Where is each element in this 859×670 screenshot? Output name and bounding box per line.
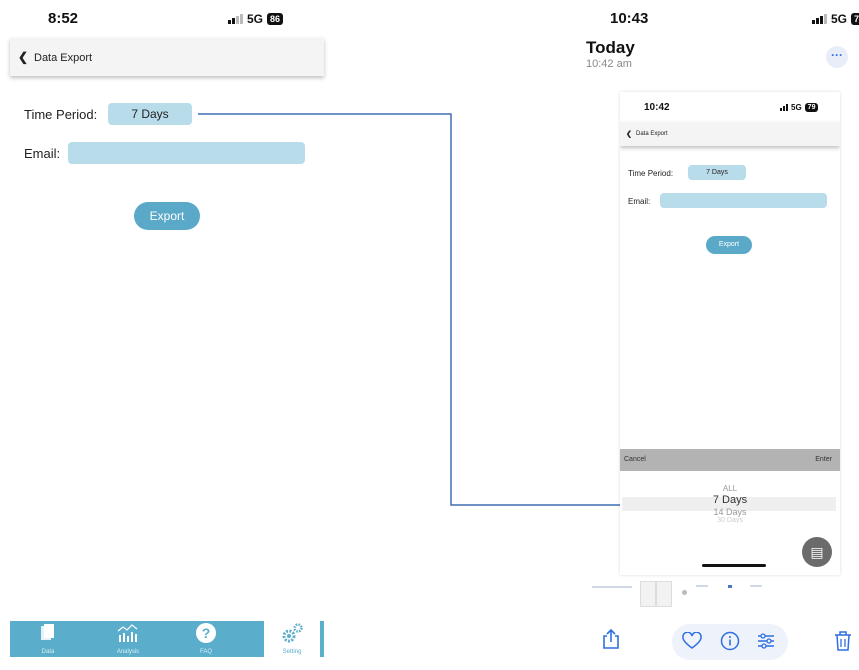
export-label: Export — [149, 209, 185, 223]
status-bar: 8:52 5G 86 — [0, 0, 336, 34]
signal-icon — [228, 14, 243, 24]
screenshot-time-period-value: 7 Days — [706, 169, 728, 176]
screenshot-picker-toolbar: Cancel Enter — [620, 449, 840, 471]
question-icon: ? — [196, 623, 216, 643]
time-period-label: Time Period: — [24, 107, 98, 122]
info-button[interactable] — [720, 631, 740, 656]
signal-icon — [812, 14, 827, 24]
home-indicator — [702, 564, 766, 567]
nav-title: Data Export — [34, 52, 93, 64]
screenshot-export-label: Export — [718, 241, 740, 248]
tab-analysis[interactable]: Analysis — [106, 621, 150, 657]
screenshot-status-time: 10:42 — [644, 102, 670, 113]
left-phone-screen: 8:52 5G 86 ❮ Data Export Time Period: 7 … — [0, 0, 336, 670]
share-button[interactable] — [598, 628, 624, 654]
live-text-button[interactable]: ▤ — [802, 537, 832, 567]
tab-faq[interactable]: ? FAQ — [186, 621, 226, 657]
status-time: 10:43 — [610, 10, 649, 27]
document-icon — [41, 624, 54, 640]
photo-date-title: Today — [586, 38, 635, 57]
picker-option: 14 Days — [713, 507, 747, 517]
delete-button[interactable] — [834, 630, 852, 657]
embedded-screenshot: 10:42 5G 79 ❮ Data Export Time Period: 7… — [620, 92, 840, 575]
filmstrip-thumb — [750, 585, 762, 587]
filmstrip-thumb — [640, 581, 656, 607]
tab-setting[interactable]: Setting — [264, 621, 320, 657]
export-button[interactable]: Export — [134, 202, 200, 230]
photo-actions-group — [672, 624, 788, 660]
screenshot-picker-wheel: ALL 7 Days 14 Days 30 Days — [620, 484, 840, 523]
photo-time-subtitle: 10:42 am — [586, 58, 632, 70]
screenshot-nav-bar: ❮ Data Export — [620, 122, 840, 146]
network-label: 5G — [831, 12, 848, 26]
network-label: 5G — [247, 12, 264, 26]
email-field[interactable] — [68, 142, 305, 164]
filmstrip-thumb — [656, 581, 672, 607]
adjust-sliders-icon — [758, 633, 774, 649]
screenshot-nav-title: Data Export — [636, 131, 668, 137]
screenshot-email-label: Email: — [628, 197, 651, 206]
status-indicators: 5G 86 — [228, 12, 284, 26]
screenshot-export-button: Export — [706, 236, 752, 254]
info-icon — [720, 631, 740, 651]
tab-data-label: Data — [41, 649, 55, 655]
heart-icon — [682, 631, 702, 649]
screenshot-status-indicators: 5G 79 — [780, 103, 819, 112]
status-time: 8:52 — [48, 10, 79, 27]
picker-option: ALL — [722, 484, 738, 493]
back-chevron-icon[interactable]: ❮ — [18, 50, 28, 64]
screenshot-time-period-selector: 7 Days — [688, 165, 746, 180]
signal-icon — [780, 104, 788, 111]
filmstrip-thumb — [696, 585, 708, 587]
screenshot-email-field — [660, 193, 827, 208]
filmstrip-thumb — [592, 586, 632, 588]
back-chevron-icon: ❮ — [626, 131, 632, 138]
filmstrip-thumb — [728, 585, 732, 588]
picker-option-selected: 7 Days — [712, 494, 748, 506]
status-indicators: 5G 78 — [812, 12, 859, 26]
gears-icon — [282, 623, 303, 643]
time-period-selector[interactable]: 7 Days — [108, 103, 192, 125]
picker-option: 30 Days — [717, 517, 743, 523]
favorite-button[interactable] — [682, 631, 702, 655]
time-period-value: 7 Days — [131, 107, 169, 121]
email-label: Email: — [24, 146, 61, 161]
more-options-button[interactable]: ··· — [826, 46, 848, 68]
chart-icon — [117, 624, 138, 642]
status-bar: 10:43 5G 78 — [580, 0, 859, 30]
battery-icon: 79 — [804, 103, 819, 112]
nav-bar: ❮ Data Export — [10, 38, 324, 76]
tab-bar: Data Analysis ? FAQ Setting — [10, 621, 324, 657]
tab-faq-label: FAQ — [199, 649, 212, 655]
network-label: 5G — [791, 103, 802, 112]
svg-text:?: ? — [202, 625, 211, 641]
edit-button[interactable] — [756, 632, 776, 655]
tab-setting-label: Setting — [282, 649, 302, 655]
photo-filmstrip[interactable] — [592, 581, 772, 609]
battery-icon: 86 — [267, 13, 284, 25]
picker-enter: Enter — [815, 456, 832, 463]
share-icon — [603, 628, 619, 649]
picker-cancel: Cancel — [624, 456, 646, 463]
tab-analysis-label: Analysis — [116, 649, 140, 655]
screenshot-time-period-label: Time Period: — [628, 169, 674, 178]
tab-data[interactable]: Data — [28, 621, 68, 657]
battery-icon: 78 — [851, 13, 859, 25]
filmstrip-thumb — [682, 590, 687, 595]
trash-icon — [835, 631, 851, 651]
